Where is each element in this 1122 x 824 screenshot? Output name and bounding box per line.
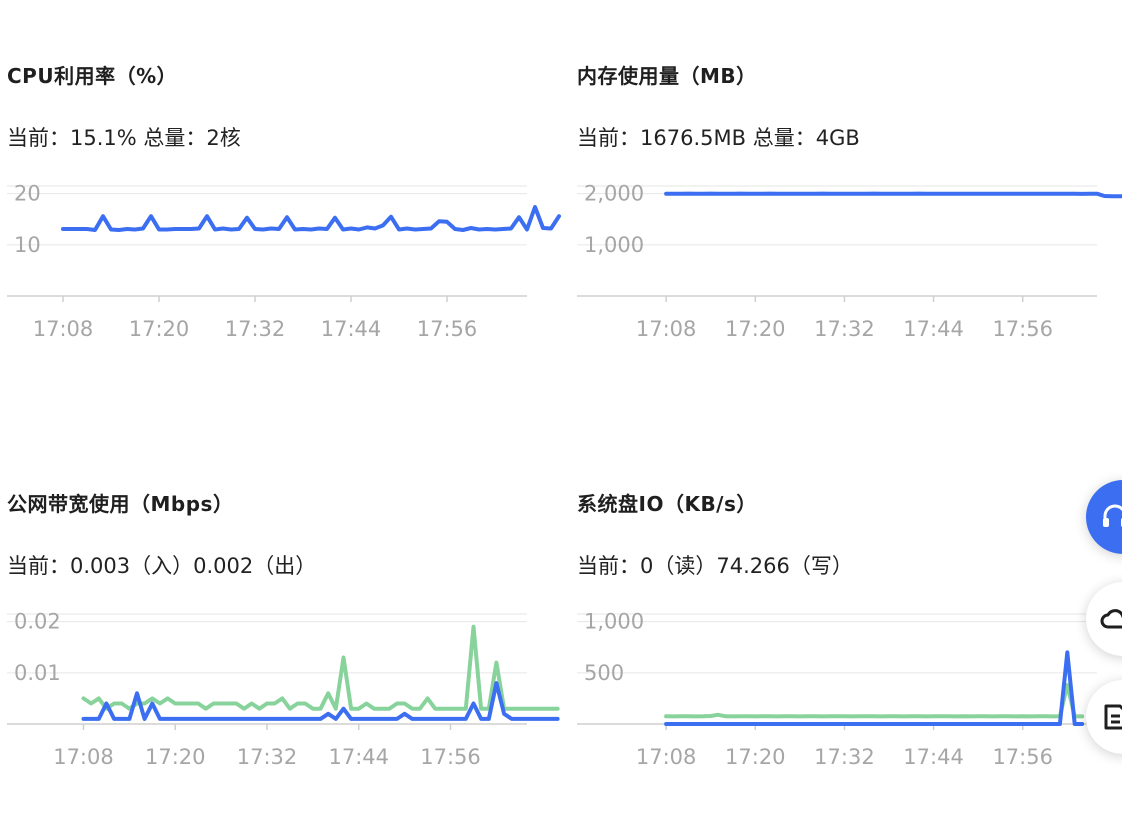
series-line-0 [81,624,560,711]
x-tick-label: 17:32 [814,317,875,341]
disk-io-current-stats: 当前：0（读）74.266（写） [577,550,853,580]
cloud-icon [1100,609,1122,629]
series-line-0 [664,683,1085,719]
x-tick-label: 17:44 [328,745,389,769]
cpu-total-label: 总量： [143,126,207,150]
disk-io-chart[interactable]: 500 1,000 17:08 17:20 17:32 17:44 17:56 [570,604,1110,824]
x-tick-label: 17:08 [636,745,697,769]
x-tick-label: 17:56 [420,745,481,769]
series-line-0 [61,205,561,232]
x-tick-label: 17:56 [992,745,1053,769]
memory-panel-title: 内存使用量（MB） [577,64,757,88]
x-tick-label: 17:08 [636,317,697,341]
x-tick-label: 17:32 [814,745,875,769]
y-tick-label: 0.02 [14,610,61,634]
cpu-panel-title: CPU利用率（%） [7,64,178,88]
series-line-0 [664,191,1122,199]
headset-icon [1103,504,1122,527]
cpu-total-value: 2核 [206,126,241,150]
x-tick-label: 17:32 [225,317,286,341]
x-tick-label: 17:32 [237,745,298,769]
cpu-current-value: 15.1% [70,126,137,150]
y-tick-label: 2,000 [584,182,644,206]
y-tick-label: 500 [584,661,624,685]
memory-current-label: 当前： [577,126,640,150]
x-tick-label: 17:44 [903,745,964,769]
bandwidth-usage-panel: 公网带宽使用（Mbps） 当前：0.003（入）0.002（出） 0.01 0.0… [0,484,560,824]
x-tick-label: 17:20 [129,317,190,341]
x-tick-label: 17:08 [53,745,114,769]
y-tick-label: 1,000 [584,610,644,634]
x-tick-label: 17:20 [725,317,786,341]
document-icon [1104,704,1122,730]
memory-total-label: 总量： [752,126,816,150]
memory-current-value: 1676.5MB [640,126,747,150]
x-tick-label: 17:44 [321,317,382,341]
bandwidth-current-out: 0.002（出） [193,554,317,578]
disk-io-current-label: 当前： [577,554,640,578]
y-tick-label: 1,000 [584,233,644,257]
bandwidth-usage-chart[interactable]: 0.01 0.02 17:08 17:20 17:32 17:44 17:56 [0,604,560,824]
y-tick-label: 10 [14,233,41,257]
x-tick-label: 17:56 [992,317,1053,341]
memory-usage-chart[interactable]: 1,000 2,000 17:08 17:20 17:32 17:44 17:56 [570,176,1122,396]
series-line-1 [664,650,1085,726]
disk-io-current-write: 74.266（写） [716,554,853,578]
bandwidth-panel-title: 公网带宽使用（Mbps） [7,492,234,516]
cpu-usage-chart[interactable]: 10 20 17:08 17:20 17:32 17:44 17:56 [0,176,561,396]
x-tick-label: 17:56 [417,317,478,341]
bandwidth-current-in: 0.003（入） [70,554,194,578]
x-tick-label: 17:20 [725,745,786,769]
y-tick-label: 0.01 [14,661,61,685]
memory-usage-panel: 内存使用量（MB） 当前：1676.5MB 总量：4GB 1,000 2,000 1… [570,56,1122,396]
disk-io-current-read: 0（读） [640,554,717,578]
x-tick-label: 17:44 [903,317,964,341]
disk-io-panel-title: 系统盘IO（KB/s） [577,492,757,516]
x-tick-label: 17:20 [145,745,206,769]
disk-io-panel: 系统盘IO（KB/s） 当前：0（读）74.266（写） 500 1,000 17:… [570,484,1110,824]
bandwidth-current-label: 当前： [7,554,70,578]
cpu-usage-panel: CPU利用率（%） 当前：15.1% 总量：2核 10 20 17:08 17:20 1… [0,56,561,396]
cpu-current-stats: 当前：15.1% 总量：2核 [7,122,241,152]
memory-current-stats: 当前：1676.5MB 总量：4GB [577,122,860,152]
cpu-current-label: 当前： [7,126,70,150]
x-tick-label: 17:08 [33,317,94,341]
y-tick-label: 20 [14,182,41,206]
bandwidth-current-stats: 当前：0.003（入）0.002（出） [7,550,316,580]
memory-total-value: 4GB [815,126,860,150]
